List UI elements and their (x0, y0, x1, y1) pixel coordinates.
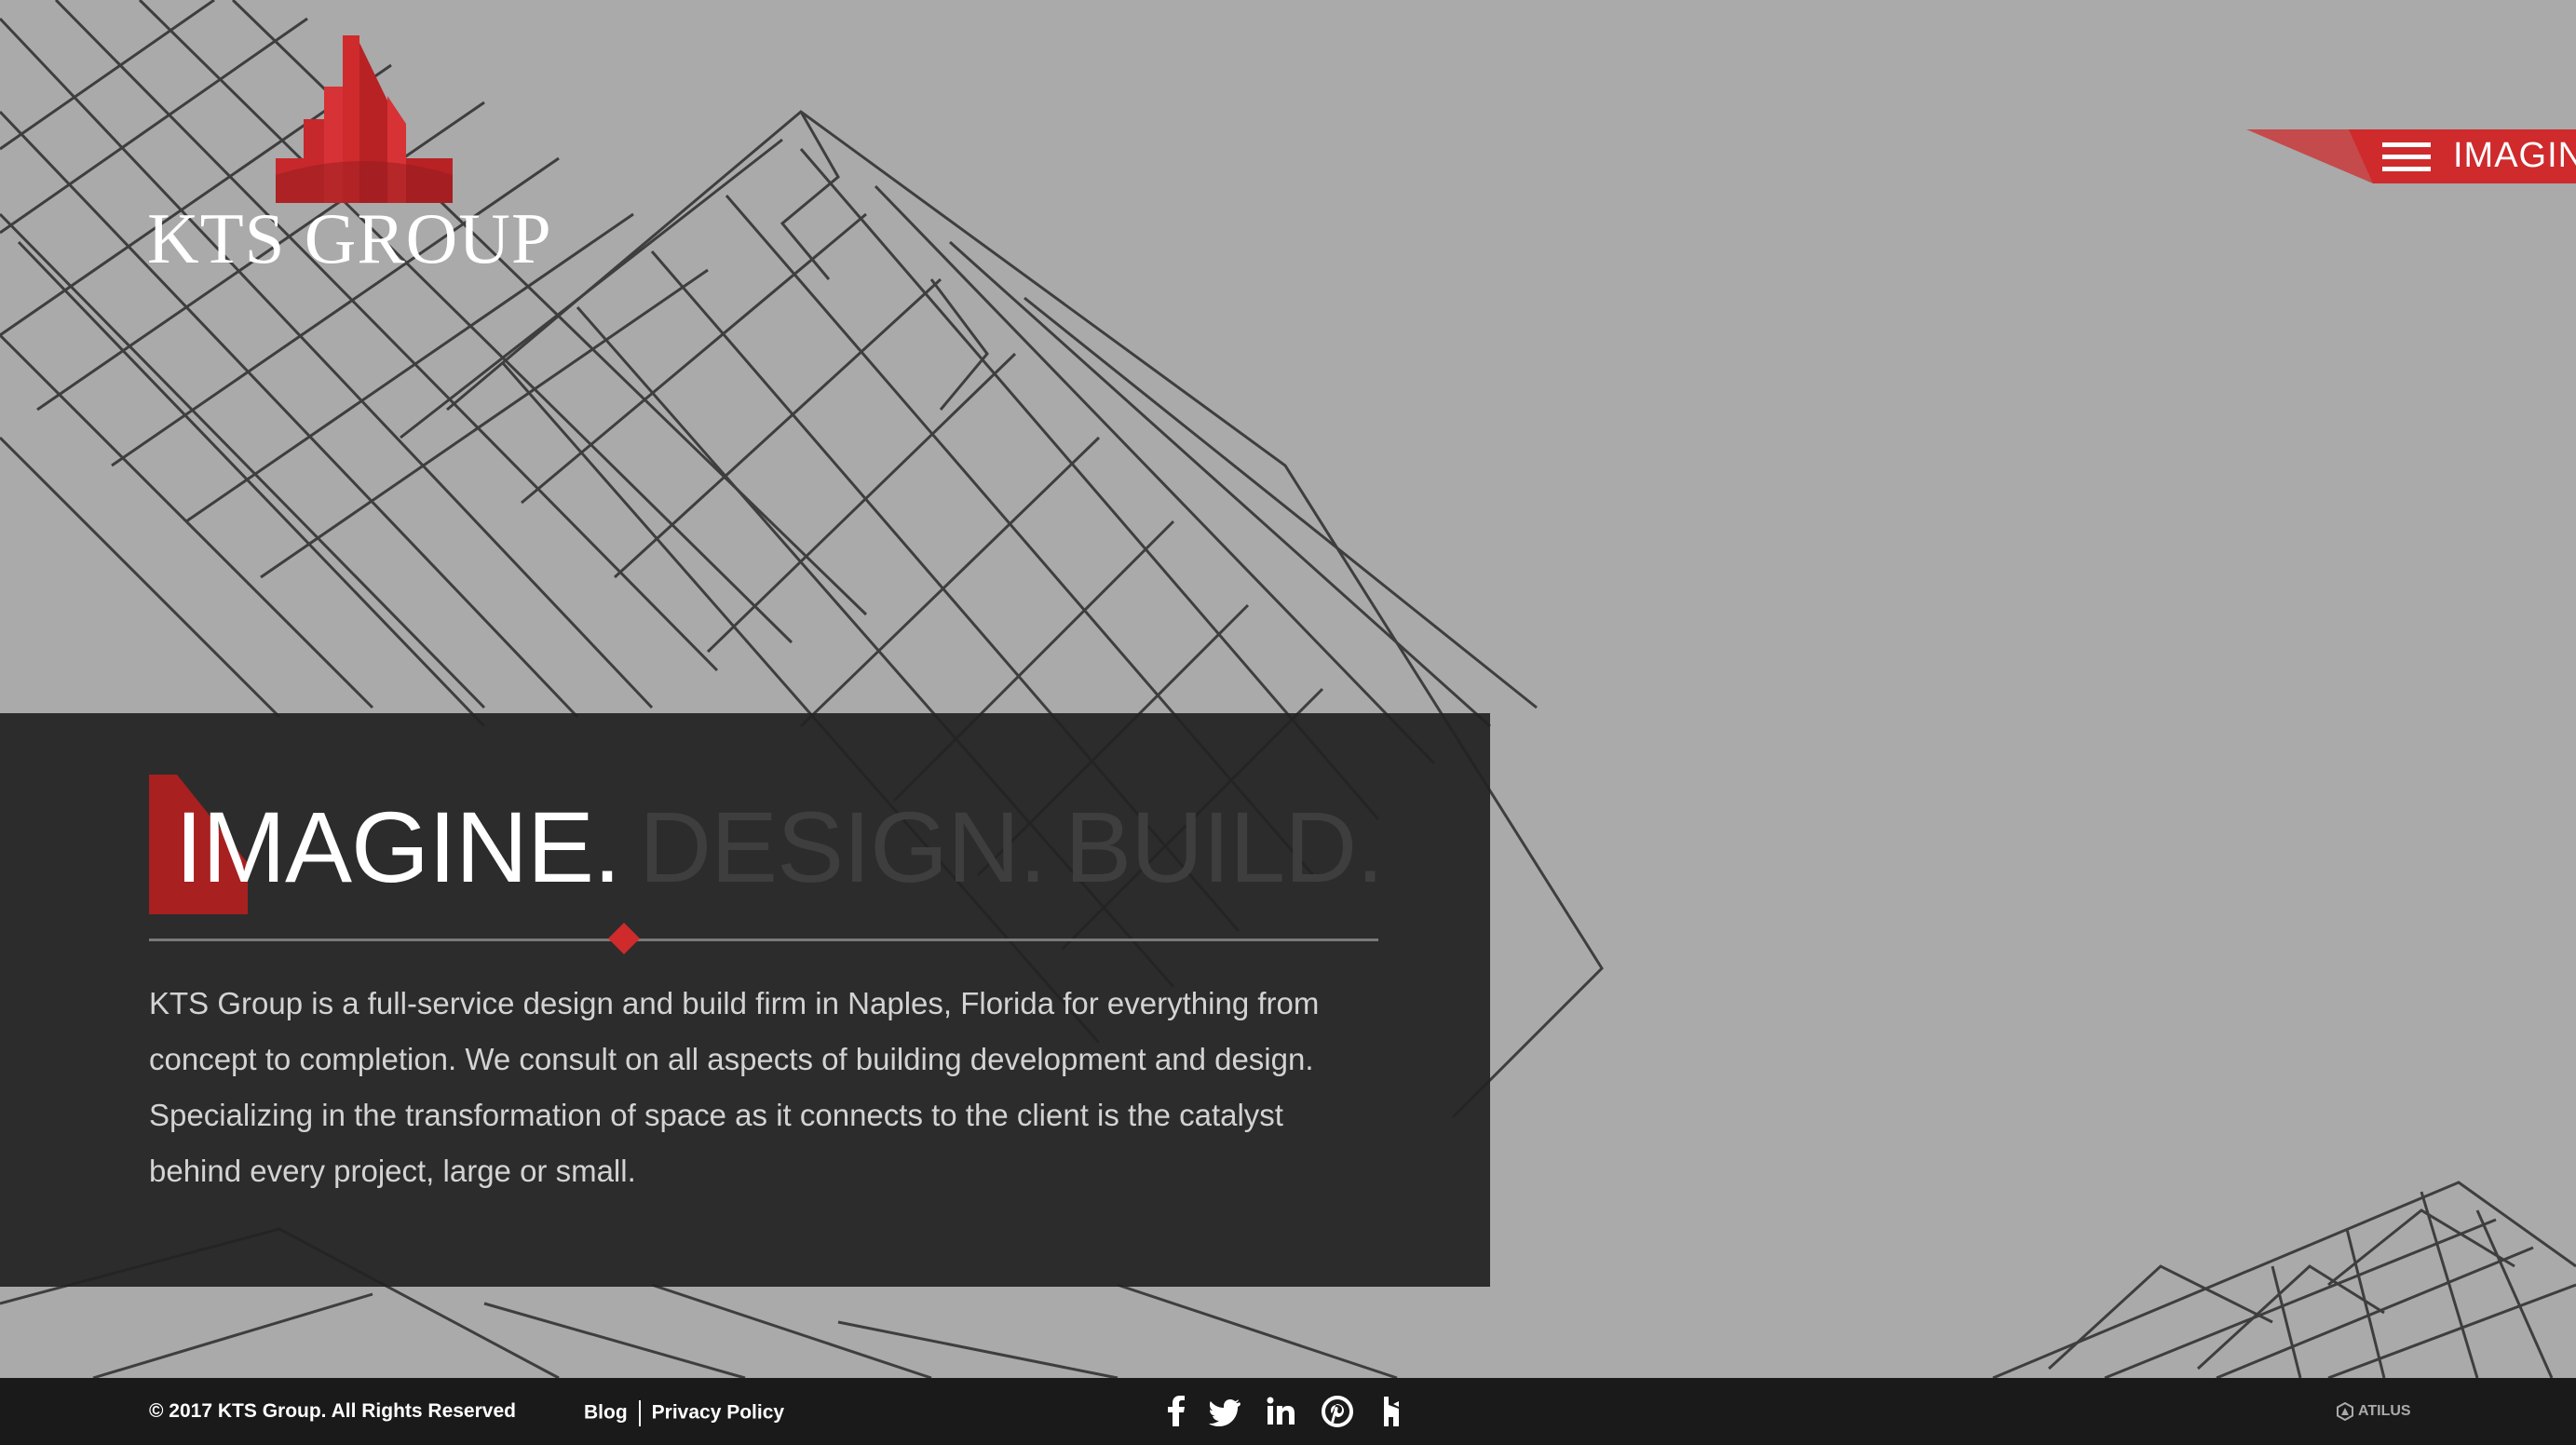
hero-headline: IMAGINE. DESIGN. BUILD. (175, 797, 1384, 898)
headline-imagine: IMAGINE. (175, 790, 621, 903)
logo-building-mark (276, 35, 453, 203)
headline-design: DESIGN. (639, 790, 1047, 903)
kts-group-logo[interactable]: KTS GROUP (147, 35, 600, 279)
headline-divider (149, 939, 1378, 941)
site-credit[interactable]: ATILUS (2336, 1401, 2411, 1422)
site-footer: © 2017 KTS Group. All Rights Reserved Bl… (0, 1378, 2576, 1445)
footer-link-blog[interactable]: Blog (584, 1402, 628, 1424)
menu-label[interactable]: IMAGINE (2453, 136, 2576, 176)
credit-label: ATILUS (2358, 1403, 2411, 1420)
divider-diamond-marker (608, 923, 640, 954)
headline-build: BUILD. (1064, 790, 1384, 903)
footer-link-privacy-policy[interactable]: Privacy Policy (652, 1402, 784, 1424)
pinterest-icon[interactable] (1321, 1395, 1354, 1428)
hero-description: KTS Group is a full-service design and b… (149, 986, 1320, 1188)
linkedin-icon[interactable] (1265, 1395, 1298, 1428)
hero-panel: IMAGINE. DESIGN. BUILD. KTS Group is a ful… (0, 713, 1490, 1287)
twitter-icon[interactable] (1209, 1395, 1242, 1428)
houzz-icon[interactable] (1375, 1395, 1408, 1428)
menu-tab-button[interactable]: IMAGINE (2246, 129, 2576, 183)
copyright-text: © 2017 KTS Group. All Rights Reserved (149, 1400, 516, 1422)
footer-link-separator (638, 1400, 641, 1426)
logo-wordmark: KTS GROUP (147, 198, 552, 278)
hamburger-menu-icon[interactable] (2382, 142, 2431, 172)
atilus-logo-icon (2337, 1401, 2353, 1422)
facebook-icon[interactable] (1160, 1395, 1194, 1428)
footer-links: Blog Privacy Policy (584, 1400, 784, 1426)
